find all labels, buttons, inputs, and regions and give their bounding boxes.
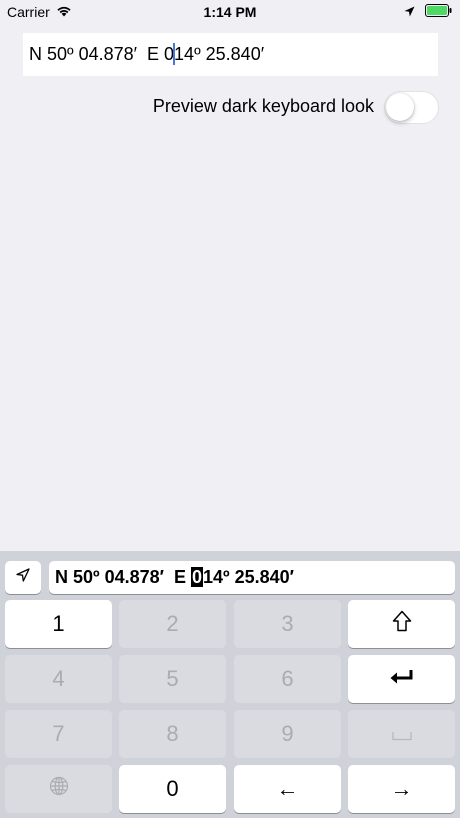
key-8: 8 xyxy=(119,710,226,758)
keyboard-top-bar: N 50º 04.878′ E 014º 25.840′ xyxy=(0,551,460,598)
globe-icon xyxy=(49,776,69,802)
status-time: 1:14 PM xyxy=(203,4,257,20)
key-7: 7 xyxy=(5,710,112,758)
key-5: 5 xyxy=(119,655,226,703)
key-3: 3 xyxy=(234,600,341,648)
dark-keyboard-toggle[interactable] xyxy=(384,91,439,124)
key-2: 2 xyxy=(119,600,226,648)
app-screen: Carrier 1:14 PM N 50º 04.878′ E 014º 25.… xyxy=(0,0,460,818)
status-bar: Carrier 1:14 PM xyxy=(0,0,460,24)
shift-arrow-icon xyxy=(392,610,412,638)
preview-text-after: 14º 25.840′ xyxy=(203,567,294,587)
shift-key[interactable] xyxy=(348,600,455,648)
location-services-icon xyxy=(404,4,415,22)
keyboard-preview-field: N 50º 04.878′ E 014º 25.840′ xyxy=(49,561,455,594)
battery-icon xyxy=(425,4,452,22)
left-arrow-key[interactable]: ← xyxy=(234,765,341,813)
key-6: 6 xyxy=(234,655,341,703)
current-location-button[interactable] xyxy=(5,561,41,594)
text-caret xyxy=(173,43,176,66)
coordinate-text-before-caret: N 50º 04.878′ E 0 xyxy=(29,44,175,64)
toggle-knob xyxy=(386,93,414,121)
globe-key xyxy=(5,765,112,813)
key-9: 9 xyxy=(234,710,341,758)
return-key[interactable] xyxy=(348,655,455,703)
key-0[interactable]: 0 xyxy=(119,765,226,813)
coordinate-keyboard: N 50º 04.878′ E 014º 25.840′ 1 2 3 4 5 6 xyxy=(0,551,460,818)
preview-text-before: N 50º 04.878′ E xyxy=(55,567,191,587)
location-arrow-icon xyxy=(16,568,30,587)
key-1[interactable]: 1 xyxy=(5,600,112,648)
space-key xyxy=(348,710,455,758)
coordinate-text-after-caret: 14º 25.840′ xyxy=(174,44,265,64)
return-icon xyxy=(389,666,415,692)
coordinate-text-field[interactable]: N 50º 04.878′ E 014º 25.840′ xyxy=(23,33,438,76)
status-right-area xyxy=(404,4,452,22)
dark-keyboard-toggle-label: Preview dark keyboard look xyxy=(152,96,374,116)
preview-selected-digit: 0 xyxy=(190,567,203,587)
right-arrow-key[interactable]: → xyxy=(348,765,455,813)
space-icon xyxy=(391,721,412,747)
key-4: 4 xyxy=(5,655,112,703)
